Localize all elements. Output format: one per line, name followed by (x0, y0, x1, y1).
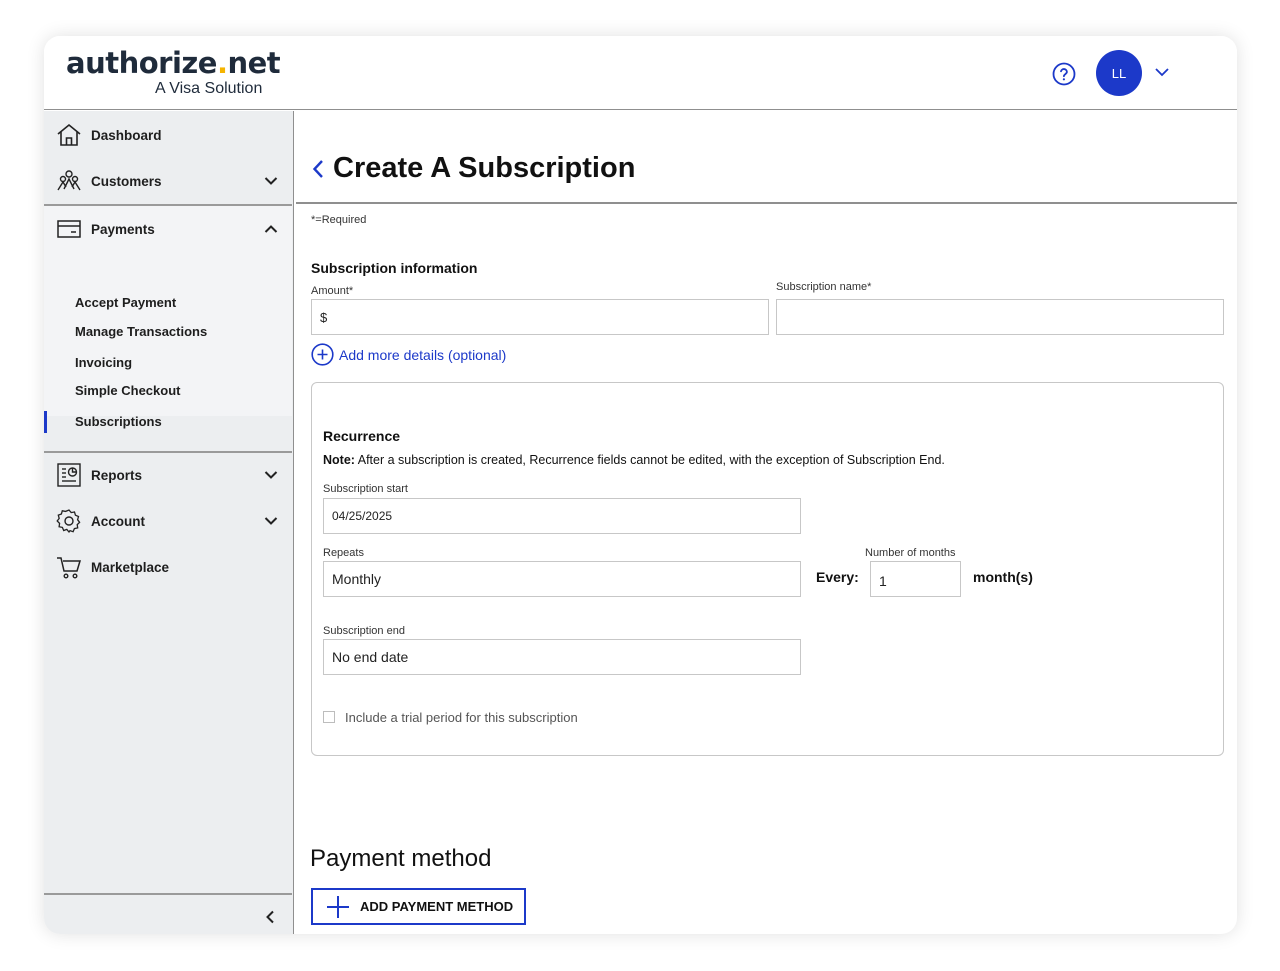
sidebar-item-label: Reports (91, 467, 143, 483)
sidebar-subitem-manage-transactions[interactable]: Manage Transactions (75, 324, 207, 339)
note-prefix: Note: (323, 453, 355, 467)
sidebar-item-label: Customers (91, 173, 162, 189)
logo[interactable]: authorize.net (66, 46, 281, 80)
sidebar-item-label: Payments (91, 221, 155, 237)
repeats-value: Monthly (332, 571, 382, 587)
sidebar-item-payments[interactable]: Payments (44, 209, 292, 249)
recurrence-note: Note: After a subscription is created, R… (323, 453, 945, 467)
sidebar-subitem-accept-payment[interactable]: Accept Payment (75, 295, 176, 310)
subscription-info-title: Subscription information (311, 260, 478, 276)
chevron-down-icon[interactable] (264, 516, 278, 526)
logo-tagline: A Visa Solution (155, 80, 263, 97)
sidebar-item-label: Account (91, 513, 145, 529)
add-payment-method-label: ADD PAYMENT METHOD (360, 899, 514, 914)
report-icon (57, 463, 81, 487)
title-divider (296, 202, 1237, 204)
chevron-left-icon[interactable] (312, 159, 324, 179)
amount-value: $ (320, 309, 328, 325)
chevron-down-icon[interactable] (1154, 66, 1170, 78)
sidebar-item-dashboard[interactable]: Dashboard (44, 115, 292, 155)
note-text: After a subscription is created, Recurre… (354, 453, 945, 467)
page-title: Create A Subscription (333, 152, 636, 184)
logo-dot: . (216, 46, 228, 80)
cart-icon (57, 557, 82, 579)
sidebar-item-label: Marketplace (91, 559, 170, 575)
plus-icon (327, 895, 349, 918)
add-payment-method-button[interactable]: ADD PAYMENT METHOD (311, 888, 526, 925)
people-icon (57, 170, 81, 191)
app-window: authorize.net A Visa Solution LL Dashboa… (44, 36, 1237, 934)
chevron-up-icon[interactable] (264, 224, 278, 234)
sidebar-item-account[interactable]: Account (44, 501, 292, 541)
subscription-name-label: Subscription name* (776, 281, 872, 293)
sidebar-subitem-simple-checkout[interactable]: Simple Checkout (75, 383, 180, 398)
add-details-link[interactable]: Add more details (optional) (311, 343, 506, 366)
recurrence-panel: Recurrence Note: After a subscription is… (311, 382, 1224, 756)
sidebar-item-label: Dashboard (91, 127, 162, 143)
repeats-select[interactable]: Monthly (323, 561, 801, 597)
top-header: authorize.net A Visa Solution LL (44, 36, 1237, 110)
subscription-start-input[interactable]: 04/25/2025 (323, 498, 801, 534)
recurrence-title: Recurrence (323, 428, 401, 444)
every-label: Every: (816, 569, 859, 585)
sidebar-subitem-invoicing[interactable]: Invoicing (75, 355, 132, 370)
sidebar-divider (44, 204, 292, 206)
number-of-months-input[interactable]: 1 (870, 561, 961, 597)
user-avatar[interactable]: LL (1096, 50, 1142, 96)
gear-icon (56, 509, 81, 534)
main-content: Create A Subscription *=Required Subscri… (296, 111, 1237, 934)
chevron-down-icon[interactable] (264, 470, 278, 480)
chevron-down-icon[interactable] (264, 176, 278, 186)
required-note: *=Required (311, 214, 367, 226)
trial-period-checkbox[interactable] (323, 711, 335, 723)
subscription-end-label: Subscription end (323, 625, 405, 637)
amount-input[interactable]: $ (311, 299, 769, 335)
sidebar-item-customers[interactable]: Customers (44, 161, 292, 201)
number-of-months-label: Number of months (865, 547, 956, 559)
chevron-left-icon[interactable] (265, 910, 275, 924)
subscription-name-input[interactable] (776, 299, 1224, 335)
subscription-end-value: No end date (332, 649, 409, 665)
home-icon (57, 123, 81, 146)
sidebar-item-marketplace[interactable]: Marketplace (44, 547, 292, 587)
sidebar-divider (44, 451, 292, 453)
subscription-end-select[interactable]: No end date (323, 639, 801, 675)
help-circle-icon[interactable] (1052, 62, 1076, 86)
add-details-label: Add more details (optional) (339, 346, 507, 363)
sidebar: Dashboard Customers Payments Accept Paym… (44, 111, 294, 934)
sidebar-item-reports[interactable]: Reports (44, 455, 292, 495)
repeats-label: Repeats (323, 547, 364, 559)
plus-circle-icon (311, 343, 334, 366)
sidebar-subitem-subscriptions[interactable]: Subscriptions (75, 414, 162, 429)
logo-main-text: authorize (66, 46, 217, 80)
trial-period-label[interactable]: Include a trial period for this subscrip… (345, 710, 578, 725)
payment-method-title: Payment method (310, 845, 492, 872)
card-icon (57, 220, 81, 238)
months-suffix: month(s) (973, 569, 1033, 585)
amount-label: Amount* (311, 285, 354, 297)
logo-tld-text: net (227, 46, 281, 80)
subscription-start-value: 04/25/2025 (332, 509, 393, 523)
sidebar-divider (44, 893, 292, 895)
subscription-start-label: Subscription start (323, 483, 408, 495)
active-indicator (44, 411, 47, 433)
number-of-months-value: 1 (879, 573, 887, 589)
